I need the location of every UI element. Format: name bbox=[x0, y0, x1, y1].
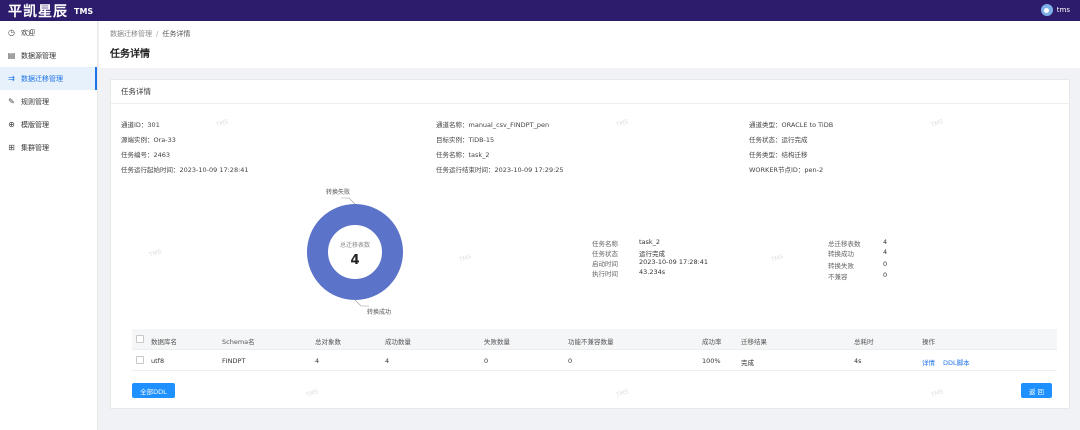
cell-fail: 0 bbox=[484, 357, 489, 365]
sidebar-item-label: 数据源管理 bbox=[21, 51, 56, 60]
cell-rate: 100% bbox=[702, 357, 721, 365]
page-title: 任务详情 bbox=[110, 49, 150, 60]
sidebar-item-label: 欢迎 bbox=[21, 28, 35, 37]
cell-incompatible: 0 bbox=[568, 357, 573, 365]
breadcrumb: 数据迁移管理 / 任务详情 bbox=[110, 29, 190, 39]
sidebar-item-label: 数据迁移管理 bbox=[21, 74, 63, 83]
sidebar-item-rules[interactable]: ✎ 规则管理 bbox=[0, 90, 97, 113]
task-detail-card: 任务详情 通道ID：301 通道名称：manual_csv_FINDPT_pen… bbox=[110, 79, 1070, 409]
migration-icon: ⇉ bbox=[8, 74, 15, 83]
donut-label-success: 转换成功 bbox=[367, 308, 391, 316]
meta-value-name: task_2 bbox=[639, 238, 661, 246]
breadcrumb-current: 任务详情 bbox=[162, 30, 191, 38]
brand-logo: 平凯星辰 bbox=[8, 3, 68, 20]
leader-line-fail bbox=[341, 197, 356, 205]
col-db: 数据库名 bbox=[151, 338, 177, 346]
meta-value-start: 2023-10-09 17:28:41 bbox=[639, 258, 709, 266]
meta-label-start: 启动时间 bbox=[592, 260, 618, 268]
user-name: tms bbox=[1056, 6, 1070, 14]
sidebar-item-label: 模版管理 bbox=[21, 120, 49, 129]
meta-label-status: 任务状态 bbox=[592, 250, 618, 258]
donut-center-label: 总迁移表数 bbox=[340, 241, 370, 249]
edit-icon: ✎ bbox=[8, 97, 15, 106]
table-row: utf8 FINDPT 4 4 0 0 100% 完成 4s 详情 DDL脚本 bbox=[132, 350, 1057, 371]
clock-icon: ◷ bbox=[8, 28, 15, 37]
sidebar-item-label: 规则管理 bbox=[21, 97, 49, 106]
sidebar-item-label: 集群管理 bbox=[21, 143, 49, 152]
col-result: 迁移结果 bbox=[741, 338, 767, 346]
meta-label-name: 任务名称 bbox=[592, 240, 618, 248]
summary-label-incompatible: 不兼容 bbox=[828, 273, 848, 281]
breadcrumb-separator: / bbox=[156, 30, 159, 38]
meta-label-duration: 执行时间 bbox=[592, 270, 618, 278]
col-success: 成功数量 bbox=[385, 338, 411, 346]
donut-center-value: 4 bbox=[350, 253, 359, 268]
summary-label-fail: 转换失败 bbox=[828, 262, 854, 270]
schema-table: 数据库名 Schema名 总对象数 成功数量 失败数量 功能不兼容数量 成功率 … bbox=[132, 329, 1057, 371]
col-incompatible: 功能不兼容数量 bbox=[568, 338, 614, 346]
meta-value-status: 运行完成 bbox=[639, 250, 665, 258]
donut-label-fail: 转换失败 bbox=[326, 188, 350, 196]
summary-value-total: 4 bbox=[883, 238, 888, 246]
avatar-icon bbox=[1040, 4, 1053, 16]
all-ddl-button[interactable]: 全部DDL bbox=[132, 383, 175, 398]
database-icon: ▤ bbox=[7, 51, 16, 60]
grid-icon: ⊞ bbox=[8, 143, 15, 152]
col-duration: 总耗时 bbox=[854, 338, 874, 346]
sidebar-item-datasource[interactable]: ▤ 数据源管理 bbox=[0, 44, 97, 67]
top-bar: 平凯星辰 TMS tms bbox=[0, 0, 1080, 21]
sidebar-item-welcome[interactable]: ◷ 欢迎 bbox=[0, 21, 97, 44]
cell-db: utf8 bbox=[151, 357, 165, 365]
select-all-checkbox[interactable] bbox=[136, 335, 144, 343]
sidebar-item-cluster[interactable]: ⊞ 集群管理 bbox=[0, 136, 97, 159]
detail-link[interactable]: 详情 bbox=[922, 357, 935, 367]
cell-result: 完成 bbox=[741, 359, 754, 367]
breadcrumb-parent[interactable]: 数据迁移管理 bbox=[110, 30, 152, 38]
col-rate: 成功率 bbox=[702, 338, 722, 346]
globe-icon: ⊕ bbox=[8, 120, 15, 129]
user-menu[interactable]: tms bbox=[1040, 4, 1070, 16]
donut-slice-1 bbox=[307, 204, 403, 300]
sidebar-item-migration[interactable]: ⇉ 数据迁移管理 bbox=[0, 67, 97, 90]
col-action: 操作 bbox=[922, 338, 935, 346]
sidebar: ◷ 欢迎 ▤ 数据源管理 ⇉ 数据迁移管理 ✎ 规则管理 ⊕ 模版管理 ⊞ 集群… bbox=[0, 21, 98, 430]
back-button[interactable]: 返 回 bbox=[1021, 383, 1052, 398]
cell-duration: 4s bbox=[854, 357, 862, 365]
ddl-script-link[interactable]: DDL脚本 bbox=[943, 357, 970, 367]
cell-success: 4 bbox=[385, 357, 390, 365]
cell-schema: FINDPT bbox=[222, 357, 246, 365]
col-fail: 失败数量 bbox=[484, 338, 510, 346]
summary-value-success: 4 bbox=[883, 248, 888, 256]
summary-label-success: 转换成功 bbox=[828, 250, 854, 258]
summary-value-fail: 0 bbox=[883, 260, 888, 268]
row-checkbox[interactable] bbox=[136, 356, 144, 364]
leader-line-success bbox=[354, 299, 369, 307]
table-header-row: 数据库名 Schema名 总对象数 成功数量 失败数量 功能不兼容数量 成功率 … bbox=[132, 329, 1057, 350]
cell-total: 4 bbox=[315, 357, 320, 365]
summary-label-total: 总迁移表数 bbox=[828, 240, 861, 248]
page-header: 数据迁移管理 / 任务详情 任务详情 bbox=[99, 21, 1080, 68]
meta-value-duration: 43.234s bbox=[639, 268, 666, 276]
product-name: TMS bbox=[74, 7, 94, 16]
col-schema: Schema名 bbox=[222, 338, 255, 346]
col-total: 总对象数 bbox=[315, 338, 341, 346]
summary-value-incompatible: 0 bbox=[883, 271, 888, 279]
sidebar-item-templates[interactable]: ⊕ 模版管理 bbox=[0, 113, 97, 136]
